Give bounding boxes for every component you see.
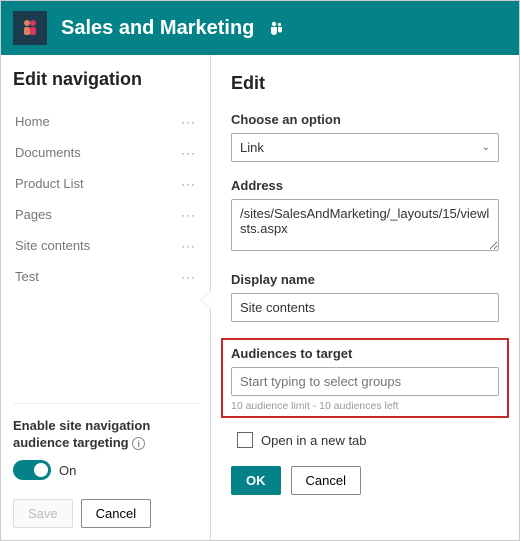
more-icon[interactable]: ···: [181, 208, 196, 222]
nav-item-label: Product List: [15, 176, 84, 191]
cancel-button[interactable]: Cancel: [291, 466, 361, 495]
displayname-label: Display name: [231, 272, 499, 287]
option-value: Link: [240, 140, 264, 155]
nav-item-label: Documents: [15, 145, 81, 160]
info-icon[interactable]: i: [132, 437, 145, 450]
nav-item-home[interactable]: Home ···: [13, 106, 198, 137]
nav-item-product-list[interactable]: Product List ···: [13, 168, 198, 199]
nav-item-label: Home: [15, 114, 50, 129]
nav-item-pages[interactable]: Pages ···: [13, 199, 198, 230]
audiences-highlight: Audiences to target 10 audience limit - …: [221, 338, 509, 418]
app-logo-icon: [13, 11, 47, 45]
nav-item-test[interactable]: Test ···: [13, 261, 198, 292]
option-select[interactable]: Link ⌄: [231, 133, 499, 162]
nav-item-site-contents[interactable]: Site contents ···: [13, 230, 198, 261]
more-icon[interactable]: ···: [181, 270, 196, 284]
more-icon[interactable]: ···: [181, 115, 196, 129]
teams-icon: [268, 19, 284, 38]
address-label: Address: [231, 178, 499, 193]
more-icon[interactable]: ···: [181, 146, 196, 160]
ok-button[interactable]: OK: [231, 466, 281, 495]
toggle-label: Enable site navigation audience targetin…: [13, 418, 198, 452]
audience-targeting-section: Enable site navigation audience targetin…: [13, 403, 198, 480]
more-icon[interactable]: ···: [181, 239, 196, 253]
nav-item-label: Pages: [15, 207, 52, 222]
nav-item-label: Site contents: [15, 238, 90, 253]
audiences-input[interactable]: [231, 367, 499, 396]
audiences-label: Audiences to target: [231, 346, 499, 361]
more-icon[interactable]: ···: [181, 177, 196, 191]
displayname-input[interactable]: [231, 293, 499, 322]
audiences-hint: 10 audience limit - 10 audiences left: [231, 400, 499, 412]
chevron-down-icon: ⌄: [482, 142, 490, 153]
nav-item-label: Test: [15, 269, 39, 284]
app-title: Sales and Marketing: [61, 17, 254, 40]
cancel-button[interactable]: Cancel: [81, 499, 151, 528]
edit-link-panel: Edit Choose an option Link ⌄ Address Dis…: [211, 55, 519, 540]
nav-list: Home ··· Documents ··· Product List ··· …: [13, 106, 198, 292]
app-header: Sales and Marketing: [1, 1, 519, 55]
left-heading: Edit navigation: [13, 69, 198, 90]
right-heading: Edit: [231, 73, 499, 94]
edit-navigation-panel: Edit navigation Home ··· Documents ··· P…: [1, 55, 211, 540]
save-button: Save: [13, 499, 73, 528]
option-label: Choose an option: [231, 112, 499, 127]
audience-targeting-toggle[interactable]: [13, 460, 51, 480]
newtab-checkbox[interactable]: [237, 432, 253, 448]
address-input[interactable]: [231, 199, 499, 251]
toggle-state-text: On: [59, 463, 76, 478]
newtab-label: Open in a new tab: [261, 433, 367, 448]
nav-item-documents[interactable]: Documents ···: [13, 137, 198, 168]
panel-pointer-icon: [202, 291, 211, 309]
